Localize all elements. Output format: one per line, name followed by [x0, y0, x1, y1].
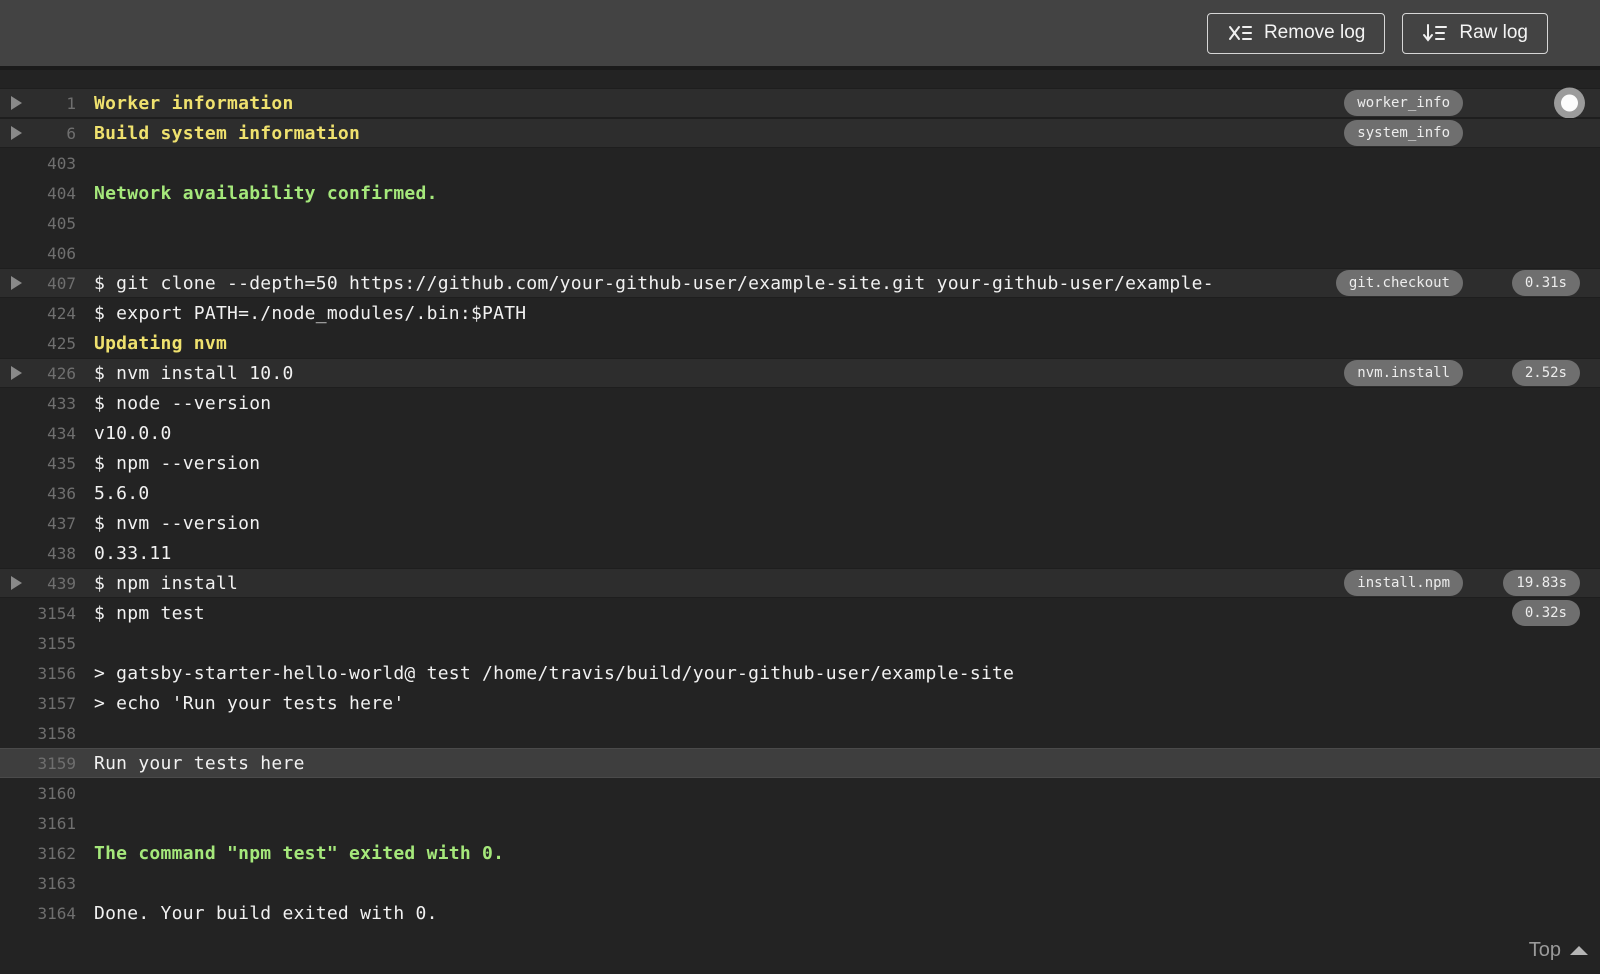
log-line: 3164 Done. Your build exited with 0.: [0, 898, 1600, 928]
top-link-label: Top: [1528, 939, 1561, 961]
line-number[interactable]: 3154: [0, 604, 76, 623]
line-text: $ npm --version: [94, 452, 261, 474]
line-text: Updating nvm: [94, 332, 228, 354]
log-line: 424 $ export PATH=./node_modules/.bin:$PA…: [0, 298, 1600, 328]
line-text: 5.6.0: [94, 482, 150, 504]
remove-log-label: Remove log: [1263, 22, 1366, 43]
toolbar: Remove log Raw log: [0, 0, 1600, 66]
log-line: 426 $ nvm install 10.0 nvm.install 2.52s: [0, 358, 1600, 388]
log-line: 434 v10.0.0: [0, 418, 1600, 448]
raw-log-label: Raw log: [1459, 22, 1528, 43]
line-text: $ nvm install 10.0: [94, 362, 294, 384]
raw-log-icon: [1422, 21, 1448, 45]
follow-log-button[interactable]: [1554, 87, 1585, 119]
line-number[interactable]: 437: [0, 514, 76, 533]
line-number[interactable]: 3156: [0, 664, 76, 683]
log-line: 407 $ git clone --depth=50 https://github…: [0, 268, 1600, 298]
log-line: 403: [0, 148, 1600, 178]
stage-tag: worker_info: [1344, 90, 1463, 116]
log-line: 1 Worker information worker_info: [0, 87, 1600, 119]
line-number[interactable]: 3162: [0, 844, 76, 863]
fold-arrow-icon[interactable]: [11, 96, 22, 110]
duration-badge: 19.83s: [1503, 570, 1580, 596]
line-number[interactable]: 3157: [0, 694, 76, 713]
remove-log-button[interactable]: Remove log: [1206, 12, 1386, 54]
log-line: 3154 $ npm test 0.32s: [0, 598, 1600, 628]
line-number[interactable]: 3163: [0, 874, 76, 893]
line-text: 0.33.11: [94, 542, 172, 564]
line-number[interactable]: 436: [0, 484, 76, 503]
log-line: 3163: [0, 868, 1600, 898]
top-link[interactable]: Top: [1529, 939, 1588, 962]
log-line: 3158: [0, 718, 1600, 748]
stage-tag: git.checkout: [1335, 270, 1463, 296]
fold-arrow-icon[interactable]: [11, 276, 22, 290]
line-number[interactable]: 404: [0, 184, 76, 203]
line-text: $ nvm --version: [94, 512, 261, 534]
log-line: 405: [0, 208, 1600, 238]
log-line: 435 $ npm --version: [0, 448, 1600, 478]
fold-arrow-icon[interactable]: [11, 126, 22, 140]
stage-tag: system_info: [1344, 120, 1463, 146]
build-log: 1 Worker information worker_info 6 Build sys…: [0, 66, 1600, 974]
log-line: 3156 > gatsby-starter-hello-world@ test /…: [0, 658, 1600, 688]
line-number[interactable]: 403: [0, 154, 76, 173]
fold-arrow-icon[interactable]: [11, 576, 22, 590]
log-lines: 1 Worker information worker_info 6 Build sys…: [0, 87, 1600, 928]
line-text: The command "npm test" exited with 0.: [94, 842, 505, 864]
line-number[interactable]: 435: [0, 454, 76, 473]
line-number[interactable]: 3161: [0, 814, 76, 833]
line-number[interactable]: 424: [0, 304, 76, 323]
log-line: 3157 > echo 'Run your tests here': [0, 688, 1600, 718]
line-text: Network availability confirmed.: [94, 182, 438, 204]
line-text: Worker information: [94, 92, 294, 114]
line-text: $ node --version: [94, 392, 272, 414]
line-number[interactable]: 438: [0, 544, 76, 563]
line-number[interactable]: 433: [0, 394, 76, 413]
log-line: 3160: [0, 778, 1600, 808]
remove-log-icon: [1227, 21, 1253, 45]
log-line: 436 5.6.0: [0, 478, 1600, 508]
line-text: $ export PATH=./node_modules/.bin:$PATH: [94, 302, 527, 324]
log-line: 3159 Run your tests here: [0, 748, 1600, 778]
duration-badge: 0.32s: [1511, 600, 1580, 626]
line-number[interactable]: 406: [0, 244, 76, 263]
line-text: $ git clone --depth=50 https://github.co…: [94, 272, 1214, 294]
line-number[interactable]: 425: [0, 334, 76, 353]
log-line: 6 Build system information system_info: [0, 118, 1600, 148]
top-arrow-icon: [1570, 946, 1588, 955]
line-text: > gatsby-starter-hello-world@ test /home…: [94, 662, 1015, 684]
duration-badge: 0.31s: [1511, 270, 1580, 296]
line-number[interactable]: 3160: [0, 784, 76, 803]
duration-badge: 2.52s: [1511, 360, 1580, 386]
log-line: 404 Network availability confirmed.: [0, 178, 1600, 208]
log-line: 3161: [0, 808, 1600, 838]
line-text: $ npm install: [94, 572, 239, 594]
log-line: 439 $ npm install install.npm 19.83s: [0, 568, 1600, 598]
stage-tag: nvm.install: [1344, 360, 1463, 386]
log-line: 406: [0, 238, 1600, 268]
line-text: Run your tests here: [94, 752, 305, 774]
line-number[interactable]: 434: [0, 424, 76, 443]
line-text: $ npm test: [94, 602, 205, 624]
line-number[interactable]: 3158: [0, 724, 76, 743]
raw-log-button[interactable]: Raw log: [1402, 12, 1548, 54]
log-line: 3162 The command "npm test" exited with 0…: [0, 838, 1600, 868]
fold-arrow-icon[interactable]: [11, 366, 22, 380]
line-text: Build system information: [94, 122, 361, 144]
line-text: > echo 'Run your tests here': [94, 692, 405, 714]
line-number[interactable]: 405: [0, 214, 76, 233]
line-number[interactable]: 3155: [0, 634, 76, 653]
line-number[interactable]: 3159: [0, 754, 76, 773]
log-line: 437 $ nvm --version: [0, 508, 1600, 538]
log-line: 433 $ node --version: [0, 388, 1600, 418]
log-line: 3155: [0, 628, 1600, 658]
stage-tag: install.npm: [1344, 570, 1463, 596]
line-text: Done. Your build exited with 0.: [94, 902, 438, 924]
line-text: v10.0.0: [94, 422, 172, 444]
line-number[interactable]: 3164: [0, 904, 76, 923]
log-line: 438 0.33.11: [0, 538, 1600, 568]
follow-log-dot-icon: [1561, 94, 1578, 112]
log-line: 425 Updating nvm: [0, 328, 1600, 358]
